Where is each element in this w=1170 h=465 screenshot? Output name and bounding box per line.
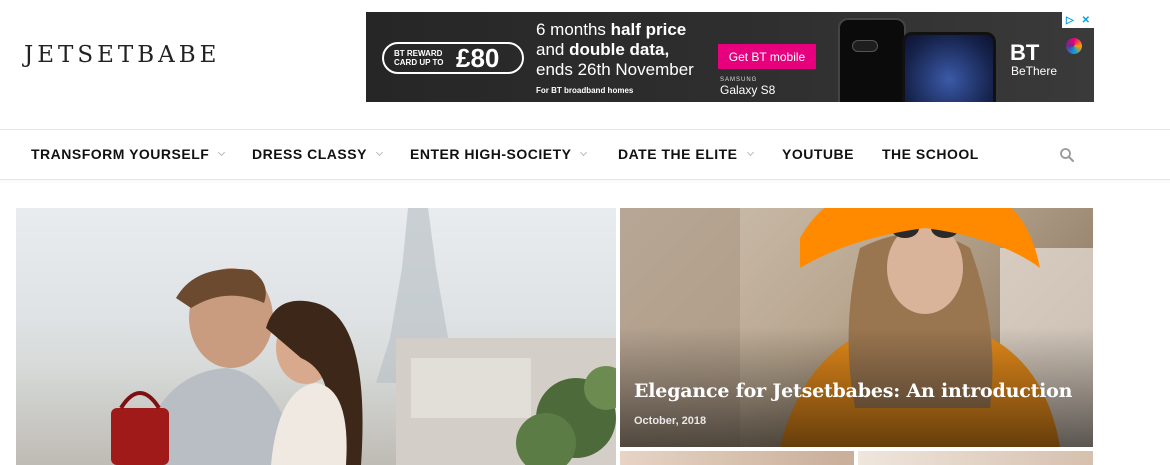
ad-reward-badge: BT REWARD CARD UP TO £80 bbox=[382, 42, 524, 74]
ad-banner[interactable]: BT REWARD CARD UP TO £80 6 months half p… bbox=[366, 12, 1094, 102]
nav-item-label: DRESS CLASSY bbox=[252, 146, 367, 162]
search-icon[interactable] bbox=[1059, 147, 1075, 163]
chevron-down-icon bbox=[375, 148, 383, 157]
ad-line2-pre: and bbox=[536, 40, 570, 59]
ad-close-icon: ✕ bbox=[1081, 14, 1091, 26]
adchoices-icon[interactable]: ▷ ✕ bbox=[1062, 12, 1094, 28]
ad-line3: ends 26th November bbox=[536, 60, 694, 79]
nav-item-label: YOUTUBE bbox=[782, 146, 854, 162]
ad-reward-amount: £80 bbox=[456, 42, 500, 73]
ad-line1-pre: 6 months bbox=[536, 20, 611, 39]
phone-camera bbox=[852, 40, 878, 52]
featured-post-title[interactable]: Elegance for Jetsetbabes: An introductio… bbox=[634, 380, 1072, 402]
nav-item-youtube[interactable]: YOUTUBE bbox=[782, 146, 854, 162]
nav-item-label: ENTER HIGH-SOCIETY bbox=[410, 146, 572, 162]
nav-item-label: DATE THE ELITE bbox=[618, 146, 738, 162]
nav-item-label: THE SCHOOL bbox=[882, 146, 979, 162]
nav-item-date-the-elite[interactable]: DATE THE ELITE bbox=[618, 146, 754, 162]
ad-headline: 6 months half price and double data, end… bbox=[536, 20, 694, 80]
phone-back-image bbox=[838, 18, 906, 102]
ad-tagline: BeThere bbox=[1011, 64, 1058, 78]
ad-line2-bold: double data, bbox=[569, 40, 670, 59]
ad-play-icon: ▷ bbox=[1065, 14, 1074, 26]
nav-item-label: TRANSFORM YOURSELF bbox=[31, 146, 210, 162]
ad-fine-print: For BT broadband homes bbox=[536, 86, 634, 95]
site-logo[interactable]: JETSETBABE bbox=[24, 42, 220, 68]
nav-item-transform-yourself[interactable]: TRANSFORM YOURSELF bbox=[31, 146, 226, 162]
nav-item-dress-classy[interactable]: DRESS CLASSY bbox=[252, 146, 383, 162]
chevron-down-icon bbox=[746, 148, 754, 157]
featured-side-image bbox=[620, 208, 1093, 447]
post-thumbnail[interactable] bbox=[620, 451, 854, 465]
nav-item-the-school[interactable]: THE SCHOOL bbox=[882, 146, 979, 162]
ad-brand: BT bbox=[1010, 40, 1040, 65]
phone-front-image bbox=[902, 32, 996, 102]
bt-logo-icon bbox=[1066, 38, 1082, 54]
featured-post-date: October, 2018 bbox=[634, 415, 707, 427]
chevron-down-icon bbox=[580, 148, 588, 157]
ad-line1-bold: half price bbox=[610, 20, 687, 39]
featured-post-main[interactable] bbox=[16, 208, 616, 465]
site-header: JETSETBABE BT REWARD CARD UP TO £80 6 mo… bbox=[0, 0, 1170, 128]
post-thumbnail[interactable] bbox=[858, 451, 1093, 465]
featured-main-image bbox=[111, 208, 616, 465]
featured-post-side[interactable]: Elegance for Jetsetbabes: An introductio… bbox=[620, 208, 1093, 447]
ad-device-name: Galaxy S8 bbox=[720, 83, 776, 97]
ad-cta-button[interactable]: Get BT mobile bbox=[718, 44, 816, 69]
nav-item-enter-high-society[interactable]: ENTER HIGH-SOCIETY bbox=[410, 146, 588, 162]
ad-reward-label: BT REWARD CARD UP TO bbox=[394, 49, 444, 67]
main-nav: TRANSFORM YOURSELF DRESS CLASSY ENTER HI… bbox=[0, 129, 1170, 180]
chevron-down-icon bbox=[218, 148, 226, 157]
